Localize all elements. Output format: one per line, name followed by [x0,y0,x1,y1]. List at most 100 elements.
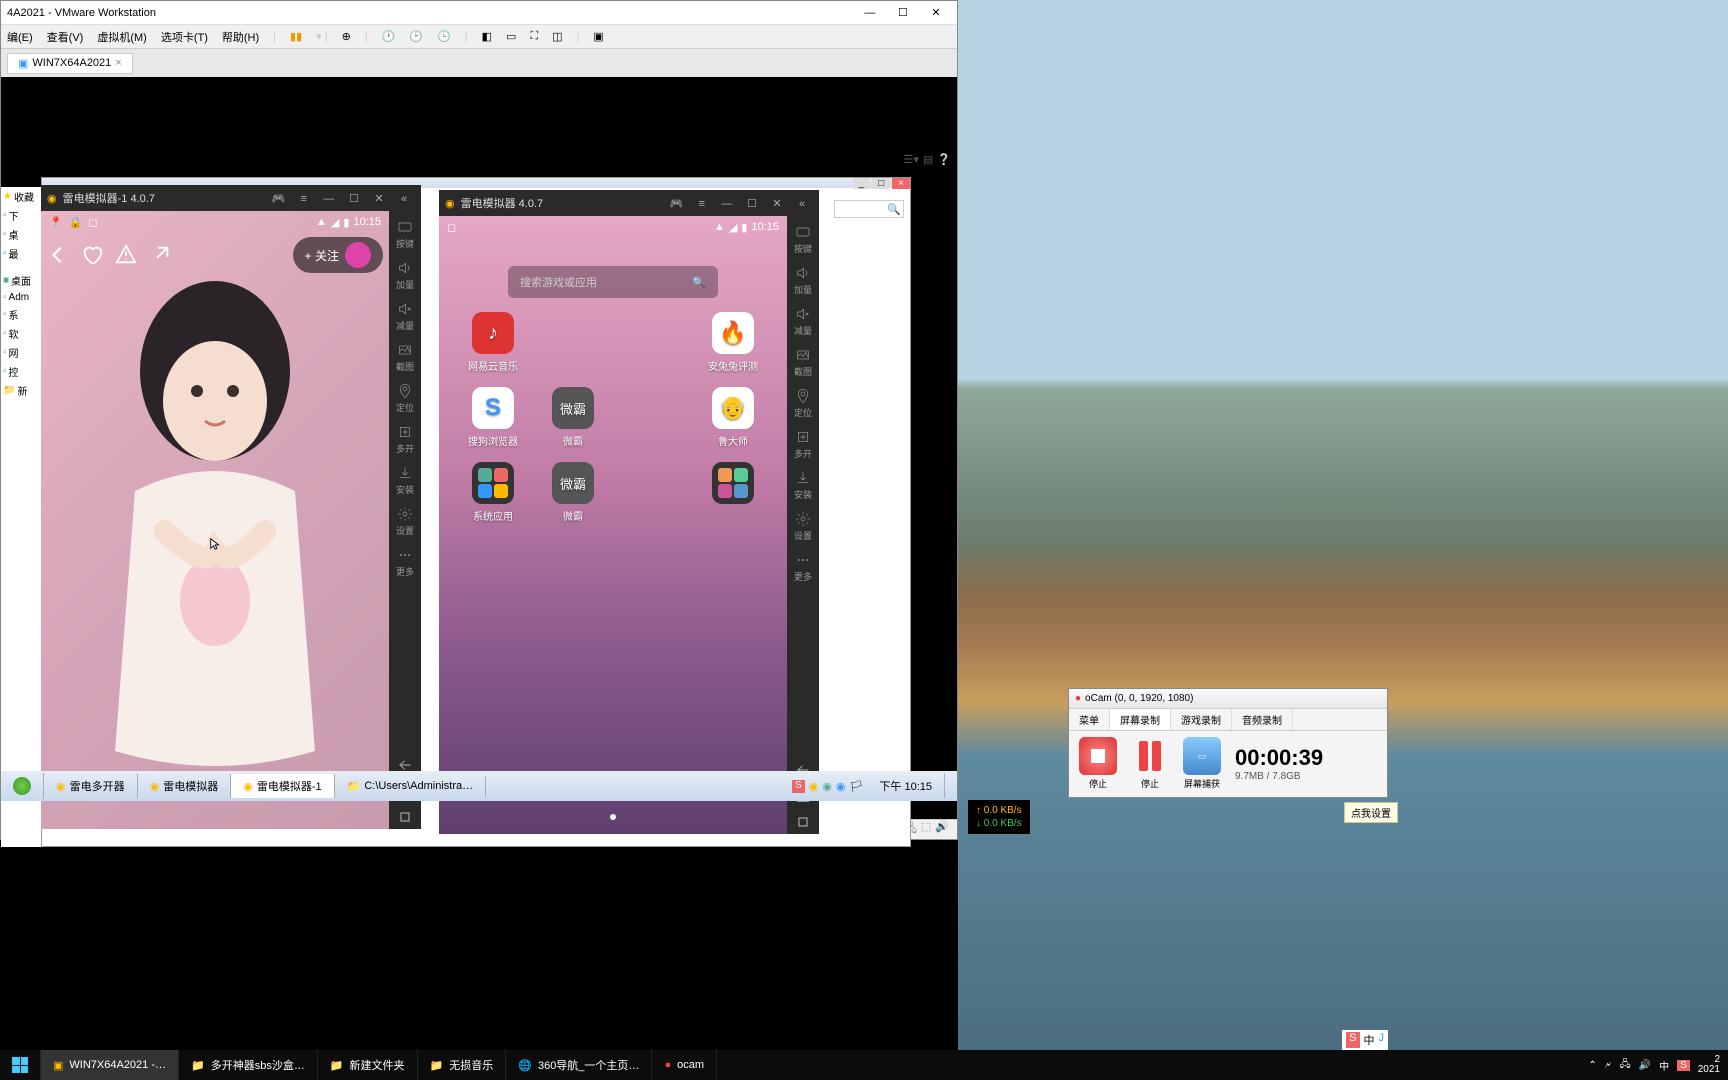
search-box[interactable]: 🔍 [834,200,904,218]
menu-view[interactable]: 查看(V) [47,29,84,45]
tray-icon[interactable]: S [792,780,805,793]
guest-tray[interactable]: S ◉ ◉ ◉ 🏳 [788,780,867,793]
side-keymap[interactable]: 按键 [389,215,421,254]
app-game-folder[interactable] [695,462,771,523]
tree-item[interactable]: ▫软 [1,324,41,343]
host-ime-tray[interactable]: S 中 J [1342,1030,1388,1050]
tray-volume-icon[interactable]: 🔊 [1639,1060,1651,1071]
side-install[interactable]: 安装 [389,461,421,500]
side-volume-down[interactable]: 减量 [389,297,421,336]
menu-vm[interactable]: 虚拟机(M) [97,29,147,45]
maximize-button[interactable]: □ [872,178,890,189]
tree-item[interactable]: ▫下 [1,206,41,225]
side-volume-up[interactable]: 加量 [389,256,421,295]
tray-icon[interactable]: ◉ [822,780,832,793]
vm-tab[interactable]: ▣ WIN7X64A2021 × [7,53,133,74]
emulator-titlebar[interactable]: ◉ 雷电模拟器-1 4.0.7 🎮 ≡ — ☐ ✕ « [41,185,421,211]
minimize-button[interactable]: _ [853,178,871,189]
start-button[interactable] [1,773,44,799]
tray-icon[interactable]: ◉ [836,780,846,793]
heart-icon[interactable] [81,244,103,266]
ime-icon[interactable]: J [1379,1032,1385,1048]
tree-item[interactable]: ▫网 [1,343,41,362]
clock-icon[interactable]: 🕑 [409,30,423,43]
menu-tabs[interactable]: 选项卡(T) [161,29,208,45]
tray-icon[interactable]: S [1677,1060,1690,1071]
maximize-button[interactable]: ☐ [343,192,365,205]
app-sogou[interactable]: S搜狗浏览器 [455,387,531,448]
taskbar-item[interactable]: 📁无损音乐 [418,1050,507,1080]
tree-item[interactable]: ▫最 [1,244,41,263]
usb-icon[interactable]: ⬚ [921,820,931,839]
collapse-icon[interactable]: « [393,193,415,205]
guest-desktop[interactable]: ★收藏 ▫下 ▫桌 ▫最 ■桌面 ▫Adm ▫系 ▫软 ▫网 ▫控 📁新 _ □… [1,77,957,819]
tray-network-icon[interactable]: 🖧 [1619,1057,1630,1074]
menu-icon[interactable]: ≡ [293,193,315,205]
maximize-button[interactable]: ☐ [888,6,918,19]
guest-taskbar[interactable]: ◉雷电多开器 ◉雷电模拟器 ◉雷电模拟器-1 📁C:\Users\Adminis… [1,771,957,801]
launcher-search[interactable]: 搜索游戏或应用 🔍 [508,266,718,298]
taskbar-item[interactable]: 📁多开神器sbs沙盒… [179,1050,318,1080]
collapse-icon[interactable]: « [791,198,813,210]
view-list-icon[interactable]: ☰▾ [904,153,919,166]
emulator-screen[interactable]: ◻ ▲ ◢ ▮ 10:15 搜索游戏或应用 🔍 [439,216,787,834]
tree-item[interactable]: ■桌面 [1,271,41,290]
tray-flag-icon[interactable]: 🏳 [849,780,863,793]
host-system-tray[interactable]: ⌃ 🗲 🖧 🔊 中 S 22021 [1588,1055,1728,1075]
ocam-tab-audio[interactable]: 音频录制 [1232,709,1293,730]
taskbar-item[interactable]: ◉雷电多开器 [44,774,138,798]
taskbar-item[interactable]: ●ocam [652,1050,717,1080]
close-button[interactable]: × [892,178,910,189]
side-settings[interactable]: 设置 [389,502,421,541]
minimize-button[interactable]: — [318,193,340,205]
tray-icon[interactable]: ◉ [809,780,819,793]
menu-icon[interactable]: ≡ [691,198,713,210]
app-system[interactable]: 系统应用 [455,462,531,523]
tray-battery-icon[interactable]: 🗲 [1605,1060,1612,1071]
layout-icon[interactable]: ▭ [506,30,516,43]
layout-icon[interactable]: ⛶ [530,30,538,43]
back-icon[interactable] [47,244,69,266]
side-install[interactable]: 安装 [787,466,819,505]
ocam-titlebar[interactable]: ● oCam (0, 0, 1920, 1080) [1069,689,1387,709]
close-button[interactable]: ✕ [766,197,788,210]
tree-item[interactable]: 📁新 [1,381,41,400]
app-netease-music[interactable]: ♪网易云音乐 [455,312,531,373]
emulator-screen[interactable]: 📍 🔒 ◻ ▲ ◢ ▮ 10:15 [41,211,389,829]
tree-item[interactable]: ▫桌 [1,225,41,244]
taskbar-item[interactable]: 📁C:\Users\Administra… [335,776,487,797]
follow-button[interactable]: + 关注 [293,237,383,273]
guest-clock[interactable]: 下午 10:15 [867,774,945,798]
ocam-tab-screen[interactable]: 屏幕录制 [1110,709,1171,730]
menu-help[interactable]: 帮助(H) [222,29,259,45]
minimize-button[interactable]: — [716,198,738,210]
ime-icon[interactable]: S [1346,1032,1359,1048]
layout-icon[interactable]: ▣ [593,30,603,43]
warning-icon[interactable] [115,244,137,266]
nav-recent-icon[interactable] [787,810,819,834]
side-keymap[interactable]: 按键 [787,220,819,259]
close-button[interactable]: ✕ [921,6,951,19]
app-ludashi[interactable]: 👴鲁大师 [695,387,771,448]
pause-icon[interactable]: ▮▮ [290,30,302,43]
side-gps[interactable]: 定位 [389,379,421,418]
network-meter[interactable]: ↑ 0.0 KB/s ↓ 0.0 KB/s [968,800,1030,834]
taskbar-item[interactable]: ◉雷电模拟器 [138,774,232,798]
tray-chevron-icon[interactable]: ⌃ [1588,1060,1596,1071]
nav-recent-icon[interactable] [389,805,421,829]
taskbar-item[interactable]: 📁新建文件夹 [318,1050,418,1080]
side-volume-down[interactable]: 减量 [787,302,819,341]
tree-item[interactable]: ▫Adm [1,290,41,305]
clock-icon[interactable]: 🕐 [382,30,396,43]
host-taskbar[interactable]: ▣WIN7X64A2021 -… 📁多开神器sbs沙盒… 📁新建文件夹 📁无损音… [0,1050,1728,1080]
tree-item[interactable]: ▫控 [1,362,41,381]
side-screenshot[interactable]: 截图 [787,343,819,382]
start-button[interactable] [0,1050,41,1080]
close-button[interactable]: ✕ [368,192,390,205]
side-more[interactable]: 更多 [389,543,421,582]
view-icon[interactable]: ▤ [923,153,933,166]
gamepad-icon[interactable]: 🎮 [666,197,688,210]
ocam-capture-button[interactable]: ▭ 屏幕捕获 [1183,737,1221,790]
tray-ime[interactable]: 中 [1659,1058,1669,1073]
side-more[interactable]: 更多 [787,548,819,587]
